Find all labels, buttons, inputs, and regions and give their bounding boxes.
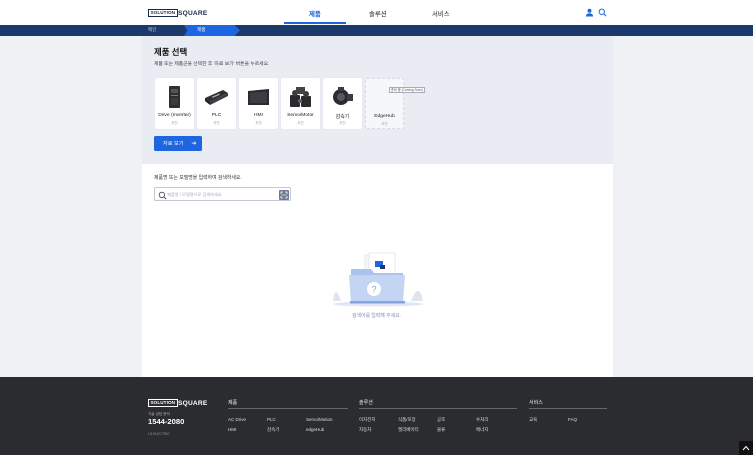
page-title: 제품 선택 [154,47,188,57]
logo-text: SQUARE [178,9,208,17]
search-icon[interactable] [598,8,607,17]
footer-col-title-products: 제품 [228,400,238,406]
card-name: 감속기 [335,115,350,120]
footer-link[interactable]: AC Drive [228,417,246,422]
footer-link[interactable]: FAQ [568,417,577,422]
hmi-icon [248,89,269,105]
drive-inverter-icon [169,86,180,108]
footer-divider [529,408,607,409]
logo-box: SOLUTION [148,9,178,17]
footer-link[interactable]: 엘리베이터 [398,427,419,433]
footer-link[interactable]: Servo/Motion [306,417,333,422]
product-card-servo[interactable]: Servo/Motor 추천 [281,78,320,129]
scroll-to-top-button[interactable] [739,441,753,455]
footer-link[interactable]: 식품/포장 [398,417,416,423]
empty-state-text: 검색어를 입력해 주세요. [351,314,402,319]
reducer-gear-icon [333,87,353,105]
breadcrumb: 메인 제품 [0,25,753,36]
footer-logo-box: SOLUTION [148,399,178,407]
footer-link[interactable]: HMI [228,427,236,432]
view-materials-label: 자료 보기 [163,141,184,147]
card-name: Servo/Motor [287,113,314,118]
nav-services[interactable]: 서비스 [432,9,450,18]
site-logo[interactable]: SOLUTION SQUARE [148,9,207,17]
search-hint: 제품명 또는 모델명을 입력하여 검색하세요. [154,176,242,181]
card-name: HMI [254,113,263,118]
svg-text:?: ? [371,285,376,295]
breadcrumb-home[interactable]: 메인 [148,27,156,33]
card-count: 추천 [255,121,262,125]
footer-col-title-services: 서비스 [529,400,543,406]
top-header: SOLUTION SQUARE 제품 솔루션 서비스 [0,0,753,25]
card-count: 추천 [339,121,346,125]
product-card-plc[interactable]: PLC 추천 [197,78,236,129]
footer-logo[interactable]: SOLUTION SQUARE [148,399,207,407]
footer-phone: 1544-2080 [148,417,185,426]
card-count: 추천 [297,121,304,125]
footer-link[interactable]: edgeHub [306,427,324,432]
nav-products[interactable]: 제품 [309,9,321,18]
product-card-list: Drive (Inverter) 추천 PLC 추천 HMI 추천 Servo/… [155,78,426,129]
site-footer: SOLUTION SQUARE 기술 상담 문의 1544-2080 LS EL… [0,377,753,455]
footer-link[interactable]: 수처리 [476,417,488,423]
product-card-drive[interactable]: Drive (Inverter) 추천 [155,78,194,129]
view-materials-button[interactable]: 자료 보기 ➔ [154,136,202,151]
nav-solutions[interactable]: 솔루션 [369,9,387,18]
footer-link[interactable]: 공조 [437,417,445,423]
footer-company: LS ELECTRIC [148,432,170,436]
product-search-box[interactable] [154,187,291,201]
product-card-reducer[interactable]: 감속기 추천 [323,78,362,129]
card-name: PLC [211,113,222,118]
card-count: 추천 [381,122,388,126]
breadcrumb-current-label: 제품 [197,27,206,32]
footer-link[interactable]: 이차전지 [359,417,376,423]
search-icon [158,191,167,199]
empty-folder-illustration: ? [333,252,423,307]
breadcrumb-current[interactable]: 제품 [184,25,240,36]
coming-soon-badge: 준비 중 (Coming Soon) [389,87,426,93]
card-name: EdgeHub [374,114,395,119]
footer-divider [359,408,517,409]
card-count: 추천 [171,121,178,125]
footer-divider [228,408,348,409]
footer-link[interactable]: 에너지 [476,427,488,433]
card-name: Drive (Inverter) [158,113,191,118]
footer-link[interactable]: 자동차 [359,427,371,433]
nav-active-indicator [284,22,346,24]
scan-icon[interactable] [278,189,289,200]
footer-link[interactable]: 물류 [437,427,445,433]
footer-link[interactable]: PLC [267,417,276,422]
product-card-hmi[interactable]: HMI 추천 [239,78,278,129]
plc-icon [205,90,228,105]
chevron-up-icon [742,445,750,451]
footer-link[interactable]: 감속기 [267,427,279,433]
arrow-right-icon: ➔ [191,141,197,147]
search-input[interactable] [167,190,277,199]
servo-motor-icon [290,87,311,107]
user-icon[interactable] [585,8,594,17]
footer-col-title-solutions: 솔루션 [359,400,373,406]
footer-link[interactable]: 교육 [529,417,537,423]
product-card-edgehub[interactable]: 준비 중 (Coming Soon) EdgeHub 추천 [365,78,426,129]
footer-logo-text: SQUARE [178,399,208,407]
page-subtitle: 제품 또는 제품군을 선택한 후 '자료 보기' 버튼을 누르세요. [154,62,270,67]
card-count: 추천 [213,121,220,125]
